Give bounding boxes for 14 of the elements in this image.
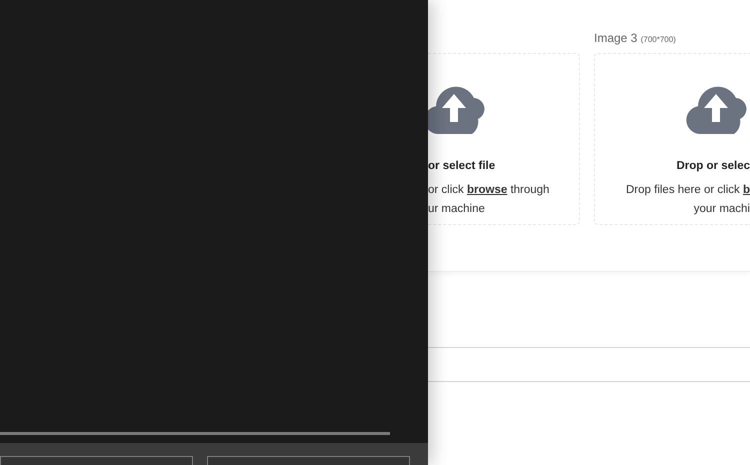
- dropzone[interactable]: or select file or click browse through ur machine: [428, 53, 580, 225]
- scrollbar[interactable]: [0, 432, 390, 435]
- dropzone-title: Drop or selec: [676, 159, 750, 174]
- browse-link[interactable]: b: [742, 184, 750, 196]
- input-field[interactable]: [0, 456, 193, 465]
- dropzone[interactable]: Drop or selec Drop files here or click b your machi: [594, 53, 750, 225]
- dropzone-hint: Drop files here or click b: [625, 183, 750, 198]
- dropzone-title: or select file: [428, 159, 496, 174]
- dropzone-hint: your machi: [692, 202, 750, 218]
- field-label: Image 3 (700*700): [594, 30, 677, 47]
- dropzone-hint: ur machine: [428, 202, 486, 218]
- input-field[interactable]: [207, 456, 410, 465]
- browse-link[interactable]: browse: [466, 184, 508, 196]
- dropzone-hint: or click browse through: [428, 183, 550, 198]
